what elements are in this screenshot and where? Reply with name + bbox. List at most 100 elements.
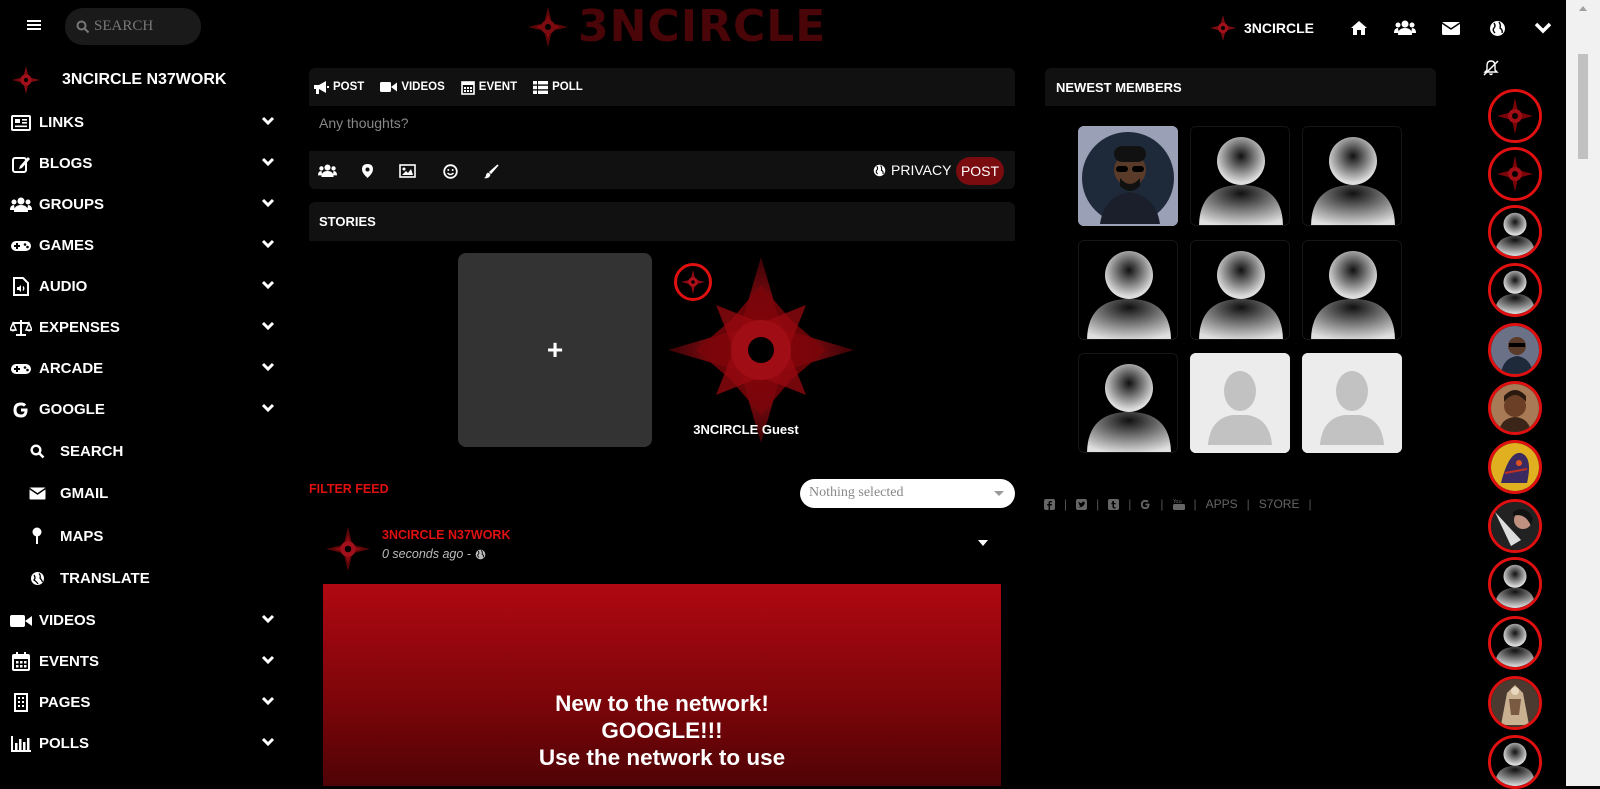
sidebar-item-blogs[interactable]: BLOGS xyxy=(0,143,290,184)
tumblr-icon[interactable] xyxy=(1108,498,1120,510)
globe-icon[interactable] xyxy=(1474,12,1520,44)
emoji-icon[interactable] xyxy=(440,161,460,181)
online-user-avatar[interactable] xyxy=(1488,147,1542,201)
list-icon xyxy=(533,80,549,94)
video-icon xyxy=(380,82,398,92)
twitter-icon[interactable] xyxy=(1076,498,1088,510)
scroll-up-icon[interactable] xyxy=(1579,6,1587,11)
sidebar-item-google[interactable]: GOOGLE xyxy=(0,389,290,430)
chevron-down-icon[interactable] xyxy=(261,362,275,372)
online-user-avatar[interactable] xyxy=(1488,499,1542,553)
chevron-down-icon[interactable] xyxy=(261,157,275,167)
sidebar-subitem-search[interactable]: SEARCH xyxy=(0,430,290,473)
sidebar-item-polls[interactable]: POLLS xyxy=(0,723,290,764)
top-navbar: 3NCIRCLE 3NCIRCLE xyxy=(0,0,1566,54)
add-story-button[interactable]: + xyxy=(458,253,652,447)
tab-videos[interactable]: VIDEOS xyxy=(380,81,445,93)
member-avatar[interactable] xyxy=(1190,240,1290,340)
chevron-down-icon[interactable] xyxy=(261,198,275,208)
story-avatar[interactable] xyxy=(674,263,712,301)
youtube-icon[interactable]: You xyxy=(1172,498,1185,510)
home-icon[interactable] xyxy=(1336,12,1382,44)
search-box[interactable] xyxy=(65,8,201,45)
newest-members-header: NEWEST MEMBERS xyxy=(1045,68,1436,106)
sidebar-item-pages[interactable]: PAGES xyxy=(0,682,290,723)
google-icon[interactable] xyxy=(1140,499,1151,510)
footer-link-store[interactable]: S7ORE xyxy=(1259,497,1300,511)
online-user-avatar[interactable] xyxy=(1488,616,1542,670)
member-avatar[interactable] xyxy=(1302,126,1402,226)
online-user-avatar[interactable] xyxy=(1488,440,1542,494)
online-user-avatar[interactable] xyxy=(1488,263,1542,317)
stories-header: STORIES xyxy=(309,202,1015,241)
paint-brush-icon[interactable] xyxy=(481,161,501,181)
tab-post[interactable]: POST xyxy=(313,80,364,94)
chevron-down-icon[interactable] xyxy=(261,280,275,290)
users-icon[interactable] xyxy=(317,161,337,181)
chevron-down-icon[interactable] xyxy=(261,696,275,706)
footer-link-apps[interactable]: APPS xyxy=(1206,497,1238,511)
chevron-down-icon[interactable] xyxy=(261,614,275,624)
member-avatar[interactable] xyxy=(1190,126,1290,226)
member-avatar[interactable] xyxy=(1078,126,1178,226)
privacy-selector[interactable]: PRIVACY xyxy=(873,162,951,178)
sidebar-item-games[interactable]: GAMES xyxy=(0,225,290,266)
profile-link[interactable]: 3NCIRCLE xyxy=(1210,15,1314,41)
users-icon[interactable] xyxy=(1382,12,1428,44)
member-avatar[interactable] xyxy=(1078,240,1178,340)
sidebar-item-label: PAGES xyxy=(39,694,91,711)
sidebar-subitem-gmail[interactable]: GMAIL xyxy=(0,473,290,516)
filter-select[interactable]: Nothing selected xyxy=(800,479,1015,508)
sidebar-item-groups[interactable]: GROUPS xyxy=(0,184,290,225)
online-user-avatar[interactable] xyxy=(1488,735,1542,789)
member-avatar[interactable] xyxy=(1190,353,1290,453)
sidebar-header[interactable]: 3NCIRCLE N37WORK xyxy=(0,58,290,102)
online-user-avatar[interactable] xyxy=(1488,323,1542,377)
sidebar-item-arcade[interactable]: ARCADE xyxy=(0,348,290,389)
post-button[interactable]: POST xyxy=(956,157,1004,185)
post-options-caret-icon[interactable] xyxy=(978,540,988,546)
post-author-avatar[interactable] xyxy=(326,527,370,571)
tab-event[interactable]: EVENT xyxy=(460,80,517,95)
sidebar-item-videos[interactable]: VIDEOS xyxy=(0,600,290,641)
chevron-down-icon[interactable] xyxy=(261,655,275,665)
chevron-down-icon[interactable] xyxy=(1520,12,1566,44)
post-author-name[interactable]: 3NCIRCLE N37WORK xyxy=(382,528,511,542)
sidebar-subitem-maps[interactable]: MAPS xyxy=(0,515,290,558)
scrollbar-thumb[interactable] xyxy=(1578,54,1588,159)
chevron-down-icon[interactable] xyxy=(261,321,275,331)
online-user-avatar[interactable] xyxy=(1488,557,1542,611)
chevron-down-icon[interactable] xyxy=(261,239,275,249)
member-avatar[interactable] xyxy=(1078,353,1178,453)
search-input[interactable] xyxy=(94,18,194,35)
post-textarea[interactable] xyxy=(309,106,1015,150)
bell-slash-icon[interactable] xyxy=(1483,60,1499,76)
online-user-avatar[interactable] xyxy=(1488,676,1542,730)
online-user-avatar[interactable] xyxy=(1488,89,1542,143)
sidebar-item-expenses[interactable]: EXPENSES xyxy=(0,307,290,348)
star-avatar-icon xyxy=(1491,150,1539,198)
post-banner: New to the network! GOOGLE!!! Use the ne… xyxy=(323,584,1001,786)
member-avatar[interactable] xyxy=(1302,353,1402,453)
sidebar-item-links[interactable]: LINKS xyxy=(0,102,290,143)
tab-poll[interactable]: POLL xyxy=(533,80,583,94)
sidebar-item-audio[interactable]: AUDIO xyxy=(0,266,290,307)
menu-icon[interactable] xyxy=(26,17,44,35)
location-pin-icon[interactable] xyxy=(357,161,377,181)
default-avatar-icon xyxy=(1311,137,1395,225)
sidebar-subitem-translate[interactable]: TRANSLATE xyxy=(0,558,290,601)
chevron-down-icon[interactable] xyxy=(261,403,275,413)
member-avatar[interactable] xyxy=(1302,240,1402,340)
envelope-icon[interactable] xyxy=(1428,12,1474,44)
chevron-down-icon[interactable] xyxy=(261,737,275,747)
image-icon[interactable] xyxy=(397,161,417,181)
footer-links: | | | | You | APPS | S7ORE | xyxy=(1044,497,1321,511)
site-logo[interactable]: 3NCIRCLE xyxy=(528,4,826,50)
search-icon xyxy=(76,20,90,33)
chevron-down-icon[interactable] xyxy=(261,116,275,126)
online-user-avatar[interactable] xyxy=(1488,205,1542,259)
facebook-icon[interactable] xyxy=(1044,498,1055,510)
sidebar-item-events[interactable]: EVENTS xyxy=(0,641,290,682)
online-user-avatar[interactable] xyxy=(1488,381,1542,435)
banner-line: GOOGLE!!! xyxy=(601,718,723,743)
